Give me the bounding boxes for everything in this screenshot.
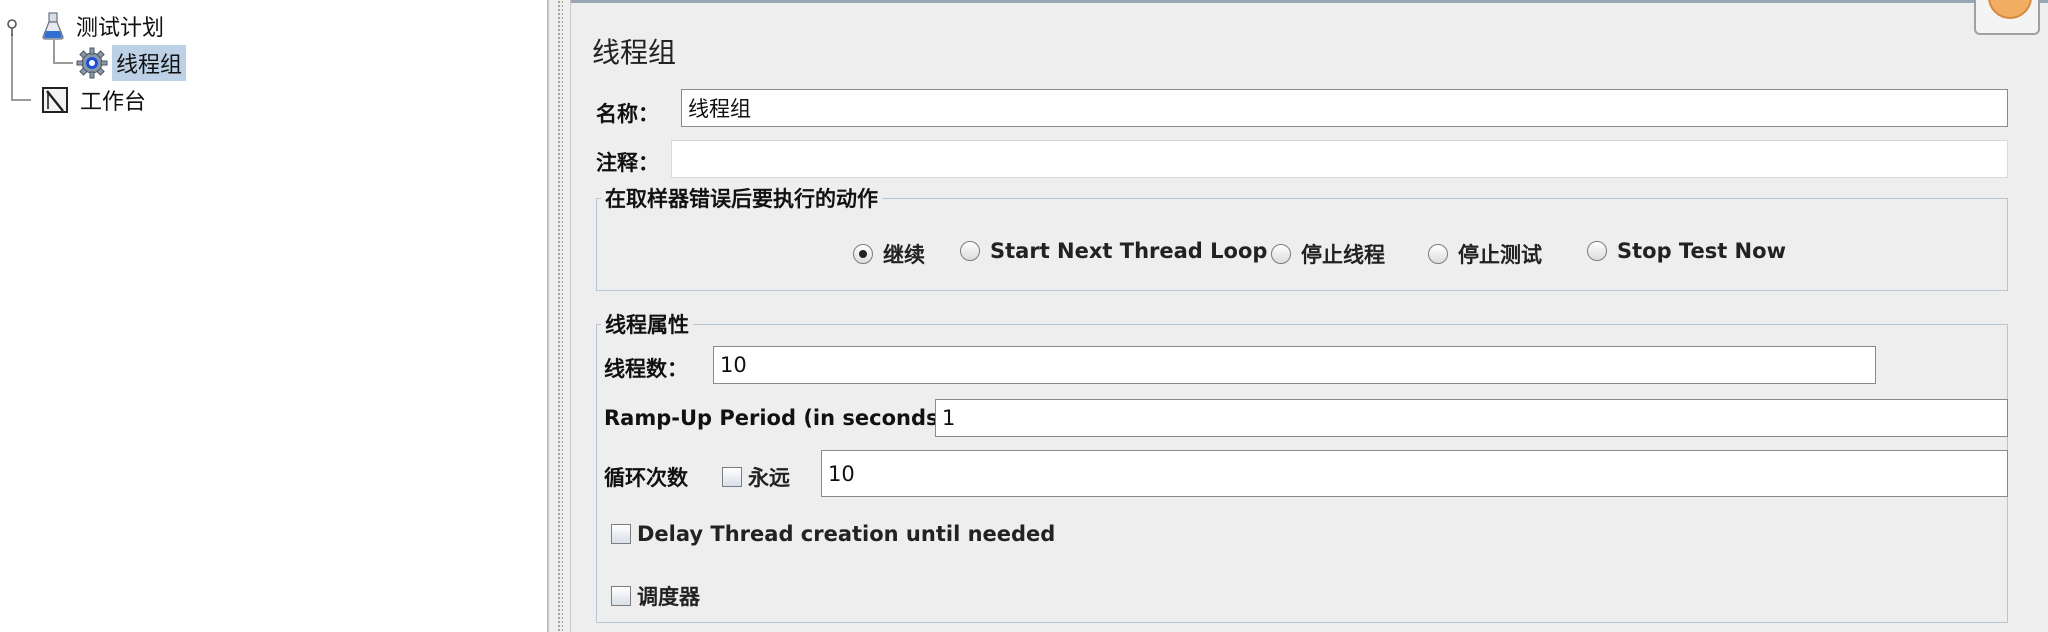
tree-expand-handle-icon[interactable] [3, 16, 21, 36]
sampler-error-action-group: 在取样器错误后要执行的动作 [596, 183, 2008, 291]
tree-item-label: 测试计划 [76, 16, 165, 41]
radio-label: Start Next Thread Loop [990, 239, 1268, 263]
radio-button-icon [1428, 244, 1448, 264]
radio-start-next-thread-loop[interactable]: Start Next Thread Loop [960, 239, 1267, 263]
loop-count-input[interactable] [821, 450, 2008, 497]
rampup-input[interactable] [935, 399, 2008, 437]
tree-item-thread-group[interactable]: 线程组 [76, 45, 187, 81]
test-plan-tree[interactable]: 测试计划 线程组 工作台 [0, 0, 548, 632]
group-legend: 线程属性 [605, 313, 689, 337]
divider-grip [557, 0, 563, 632]
radio-stop-thread[interactable]: 停止线程 [1271, 239, 1385, 269]
radio-button-icon [853, 244, 873, 264]
checkbox-label: 永远 [748, 466, 790, 490]
radio-button-icon [960, 241, 980, 261]
panel-title: 线程组 [592, 36, 677, 69]
tree-item-test-plan[interactable]: 测试计划 [40, 9, 168, 43]
tree-connector [11, 99, 31, 101]
tree-item-label: 线程组 [112, 45, 187, 81]
jmeter-window: 测试计划 线程组 工作台 线程组 名称： 线程组 注释： 在取样器错误后要执行的… [0, 0, 2048, 632]
rampup-label: Ramp-Up Period (in seconds): [604, 406, 957, 430]
thread-count-input[interactable] [713, 346, 1876, 384]
checkbox-icon [611, 586, 631, 606]
checkbox-icon [722, 467, 742, 487]
radio-label: 继续 [883, 243, 925, 267]
radio-button-icon [1271, 244, 1291, 264]
status-indicator-icon [1974, 0, 2040, 35]
comment-input[interactable] [671, 140, 2008, 178]
radio-label: Stop Test Now [1617, 239, 1786, 263]
gear-icon [76, 47, 108, 79]
scheduler-checkbox[interactable]: 调度器 [611, 581, 700, 611]
tree-item-workbench[interactable]: 工作台 [40, 83, 150, 117]
forever-checkbox[interactable]: 永远 [722, 462, 790, 492]
tree-connector [53, 62, 73, 64]
split-pane-divider[interactable] [548, 0, 571, 632]
radio-continue[interactable]: 继续 [853, 239, 925, 269]
radio-label: 停止测试 [1458, 243, 1542, 267]
workbench-icon [42, 87, 68, 113]
thread-group-panel: 线程组 名称： 注释： 在取样器错误后要执行的动作 继续 Start Next … [571, 0, 2048, 632]
checkbox-label: 调度器 [637, 585, 700, 609]
test-plan-flask-icon [42, 12, 64, 40]
name-label: 名称： [596, 102, 659, 126]
radio-stop-test-now[interactable]: Stop Test Now [1587, 239, 1786, 263]
tree-connector [53, 40, 55, 64]
checkbox-label: Delay Thread creation until needed [637, 522, 1056, 546]
loop-count-label: 循环次数 [604, 466, 688, 490]
radio-button-icon [1587, 241, 1607, 261]
thread-count-label: 线程数： [604, 357, 688, 381]
name-input[interactable] [681, 89, 2008, 127]
radio-stop-test[interactable]: 停止测试 [1428, 239, 1542, 269]
checkbox-icon [611, 524, 631, 544]
tree-connector [11, 34, 13, 100]
radio-label: 停止线程 [1301, 243, 1385, 267]
group-legend: 在取样器错误后要执行的动作 [605, 187, 878, 211]
tree-item-label: 工作台 [80, 90, 147, 115]
status-dot [1988, 0, 2032, 19]
delay-thread-creation-checkbox[interactable]: Delay Thread creation until needed [611, 522, 1055, 546]
comment-label: 注释： [596, 151, 659, 175]
